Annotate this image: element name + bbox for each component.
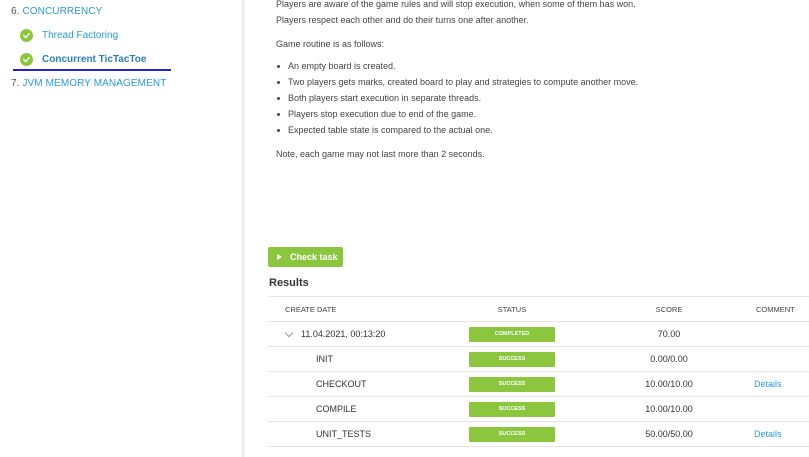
status-cell: SUCCESS — [469, 347, 555, 371]
run-date: 11.04.2021, 00:13:20 — [301, 329, 386, 339]
status-badge: COMPLETED — [469, 326, 555, 342]
sidebar-item-concurrent-tictactoe[interactable]: Concurrent TicTacToe — [20, 51, 146, 67]
step-name: INIT — [316, 354, 333, 364]
results-table: CREATE DATE STATUS SCORE COMMENT 11.04.2… — [268, 296, 809, 447]
step-name: COMPILE — [316, 404, 357, 414]
status-badge: SUCCESS — [469, 351, 555, 367]
play-icon — [277, 254, 282, 260]
status-cell: SUCCESS — [469, 422, 555, 446]
section-number: 7. — [11, 78, 20, 89]
description-line: Players respect each other and do their … — [276, 15, 529, 25]
sidebar: 6. CONCURRENCY Thread Factoring Concurre… — [0, 0, 243, 457]
chevron-down-icon[interactable] — [284, 328, 294, 337]
details-cell: Details — [754, 372, 809, 396]
section-label: JVM MEMORY MANAGEMENT — [22, 78, 167, 89]
score-cell: 70.00 — [657, 329, 681, 339]
status-badge: SUCCESS — [469, 376, 555, 392]
header-create-date: CREATE DATE — [285, 304, 337, 314]
list-item: An empty board is created. — [276, 58, 638, 74]
list-item: Both players start execution in separate… — [276, 90, 638, 106]
check-circle-icon — [20, 28, 33, 42]
sidebar-item-label: Thread Factoring — [42, 29, 119, 41]
status-badge: SUCCESS — [469, 401, 555, 417]
check-task-button[interactable]: Check task — [268, 247, 343, 267]
run-date-cell: 11.04.2021, 00:13:20 — [284, 322, 386, 346]
details-link[interactable]: Details — [754, 429, 782, 439]
table-row-run[interactable]: 11.04.2021, 00:13:20 COMPLETED 70.00 — [268, 321, 809, 346]
details-link[interactable]: Details — [754, 379, 782, 389]
routine-list: An empty board is created. Two players g… — [276, 58, 638, 138]
status-cell: SUCCESS — [469, 372, 555, 396]
status-cell: COMPLETED — [469, 322, 555, 346]
description-line: Players are aware of the game rules and … — [276, 0, 636, 9]
check-circle-icon — [20, 52, 33, 66]
results-heading: Results — [269, 277, 309, 289]
sidebar-section-jvm-memory[interactable]: 7. JVM MEMORY MANAGEMENT — [11, 78, 166, 89]
task-description: Players are aware of the game rules and … — [276, 0, 638, 162]
list-item: Expected table state is compared to the … — [276, 122, 638, 138]
table-header-row: CREATE DATE STATUS SCORE COMMENT — [268, 296, 809, 321]
header-comment: COMMENT — [756, 304, 795, 314]
main-content: Players are aware of the game rules and … — [246, 0, 809, 457]
sidebar-section-concurrency[interactable]: 6. CONCURRENCY — [11, 6, 102, 17]
list-item: Players stop execution due to end of the… — [276, 106, 638, 122]
table-row: UNIT_TESTS SUCCESS 50.00/50.00 Details — [268, 421, 809, 446]
check-task-label: Check task — [290, 252, 338, 262]
section-label: CONCURRENCY — [22, 6, 103, 17]
status-badge: SUCCESS — [469, 426, 555, 442]
time-limit-note: Note, each game may not last more than 2… — [276, 149, 485, 159]
score-cell: 50.00/50.00 — [645, 429, 693, 439]
routine-intro: Game routine is as follows: — [276, 39, 385, 49]
header-score: SCORE — [655, 304, 683, 314]
step-name: CHECKOUT — [316, 379, 367, 389]
score-cell: 10.00/10.00 — [645, 379, 693, 389]
list-item: Two players gets marks, created board to… — [276, 74, 638, 90]
sidebar-item-thread-factoring[interactable]: Thread Factoring — [20, 27, 118, 43]
score-cell: 10.00/10.00 — [645, 404, 693, 414]
details-cell: Details — [754, 422, 809, 446]
table-bottom-border — [268, 446, 809, 447]
table-row: COMPILE SUCCESS 10.00/10.00 — [268, 396, 809, 421]
step-name: UNIT_TESTS — [316, 429, 372, 439]
section-number: 6. — [11, 6, 20, 17]
active-item-underline — [13, 69, 171, 71]
sidebar-item-label: Concurrent TicTacToe — [42, 53, 147, 65]
header-status: STATUS — [497, 304, 527, 314]
table-row: CHECKOUT SUCCESS 10.00/10.00 Details — [268, 371, 809, 396]
status-cell: SUCCESS — [469, 397, 555, 421]
score-cell: 0.00/0.00 — [650, 354, 688, 364]
table-row: INIT SUCCESS 0.00/0.00 — [268, 346, 809, 371]
